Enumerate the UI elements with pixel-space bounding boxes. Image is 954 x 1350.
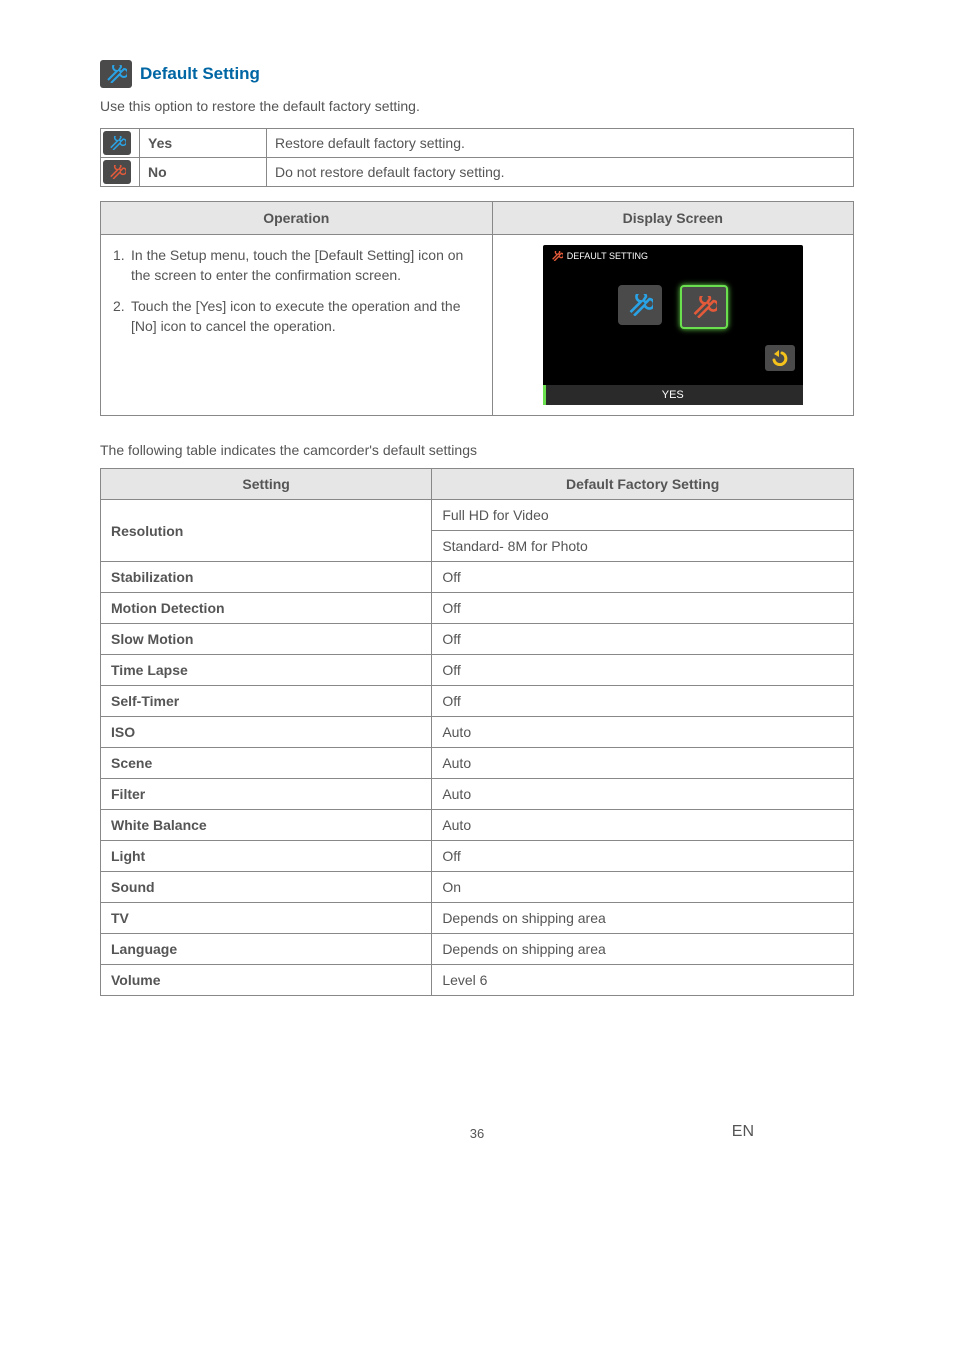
display-cell: DEFAULT SETTING YES xyxy=(492,235,853,416)
step-text: In the Setup menu, touch the [Default Se… xyxy=(131,245,480,286)
setting-cell: Resolution xyxy=(101,500,432,562)
table-row: Yes Restore default factory setting. xyxy=(101,129,854,158)
lang-label: EN xyxy=(732,1123,754,1141)
setting-cell: Time Lapse xyxy=(101,655,432,686)
table-row: ISOAuto xyxy=(101,717,854,748)
mock-icons-row xyxy=(618,285,728,329)
setting-cell: Filter xyxy=(101,779,432,810)
intro-text: Use this option to restore the default f… xyxy=(100,98,854,114)
value-cell: Auto xyxy=(432,717,854,748)
setting-cell: Scene xyxy=(101,748,432,779)
defaults-table: Setting Default Factory Setting Resoluti… xyxy=(100,468,854,996)
setting-cell: Language xyxy=(101,934,432,965)
list-item: 1.In the Setup menu, touch the [Default … xyxy=(113,245,480,286)
wrench-icon xyxy=(103,131,131,155)
display-mock: DEFAULT SETTING YES xyxy=(543,245,803,405)
wrench-icon xyxy=(103,160,131,184)
table-row: StabilizationOff xyxy=(101,562,854,593)
yes-option-icon[interactable] xyxy=(618,285,662,325)
yes-desc: Restore default factory setting. xyxy=(267,129,854,158)
wrench-icon xyxy=(551,251,563,261)
value-cell: Auto xyxy=(432,779,854,810)
table-row: SoundOn xyxy=(101,872,854,903)
step-text: Touch the [Yes] icon to execute the oper… xyxy=(131,296,480,337)
yes-icon-cell xyxy=(101,129,140,158)
section-heading: Default Setting xyxy=(100,60,854,88)
value-cell: Off xyxy=(432,655,854,686)
yes-label: Yes xyxy=(140,129,267,158)
defaults-intro: The following table indicates the camcor… xyxy=(100,442,854,458)
value-cell: Auto xyxy=(432,810,854,841)
value-cell: Auto xyxy=(432,748,854,779)
setting-cell: White Balance xyxy=(101,810,432,841)
value-cell: Off xyxy=(432,562,854,593)
no-option-icon[interactable] xyxy=(680,285,728,329)
table-row: LanguageDepends on shipping area xyxy=(101,934,854,965)
setting-cell: Motion Detection xyxy=(101,593,432,624)
page-footer: 36 EN xyxy=(100,1126,854,1141)
value-cell: Level 6 xyxy=(432,965,854,996)
table-row: Slow MotionOff xyxy=(101,624,854,655)
no-desc: Do not restore default factory setting. xyxy=(267,158,854,187)
undo-icon[interactable] xyxy=(765,345,795,371)
value-cell: On xyxy=(432,872,854,903)
wrench-icon xyxy=(100,60,132,88)
table-row: Self-TimerOff xyxy=(101,686,854,717)
table-row: SceneAuto xyxy=(101,748,854,779)
mock-title: DEFAULT SETTING xyxy=(567,251,648,261)
setting-header: Setting xyxy=(101,469,432,500)
setting-cell: ISO xyxy=(101,717,432,748)
setting-cell: Volume xyxy=(101,965,432,996)
setting-cell: TV xyxy=(101,903,432,934)
no-icon-cell xyxy=(101,158,140,187)
section-title: Default Setting xyxy=(140,64,260,84)
value-cell: Depends on shipping area xyxy=(432,934,854,965)
table-row: No Do not restore default factory settin… xyxy=(101,158,854,187)
operation-cell: 1.In the Setup menu, touch the [Default … xyxy=(101,235,493,416)
list-item: 2.Touch the [Yes] icon to execute the op… xyxy=(113,296,480,337)
mock-title-row: DEFAULT SETTING xyxy=(551,251,648,261)
value-cell: Off xyxy=(432,686,854,717)
setting-cell: Sound xyxy=(101,872,432,903)
yes-no-table: Yes Restore default factory setting. No … xyxy=(100,128,854,187)
operation-display-table: Operation Display Screen 1.In the Setup … xyxy=(100,201,854,416)
value-cell: Full HD for Video xyxy=(432,500,854,531)
value-cell: Off xyxy=(432,624,854,655)
value-cell: Depends on shipping area xyxy=(432,903,854,934)
value-cell: Off xyxy=(432,593,854,624)
display-header: Display Screen xyxy=(492,202,853,235)
table-row: Time LapseOff xyxy=(101,655,854,686)
table-row: ResolutionFull HD for Video xyxy=(101,500,854,531)
table-row: VolumeLevel 6 xyxy=(101,965,854,996)
setting-cell: Self-Timer xyxy=(101,686,432,717)
no-label: No xyxy=(140,158,267,187)
mock-yes-bar[interactable]: YES xyxy=(543,385,803,405)
value-cell: Standard- 8M for Photo xyxy=(432,531,854,562)
default-header: Default Factory Setting xyxy=(432,469,854,500)
table-row: TVDepends on shipping area xyxy=(101,903,854,934)
value-cell: Off xyxy=(432,841,854,872)
setting-cell: Light xyxy=(101,841,432,872)
setting-cell: Stabilization xyxy=(101,562,432,593)
setting-cell: Slow Motion xyxy=(101,624,432,655)
table-row: Motion DetectionOff xyxy=(101,593,854,624)
operation-header: Operation xyxy=(101,202,493,235)
table-row: FilterAuto xyxy=(101,779,854,810)
table-row: LightOff xyxy=(101,841,854,872)
table-row: White BalanceAuto xyxy=(101,810,854,841)
